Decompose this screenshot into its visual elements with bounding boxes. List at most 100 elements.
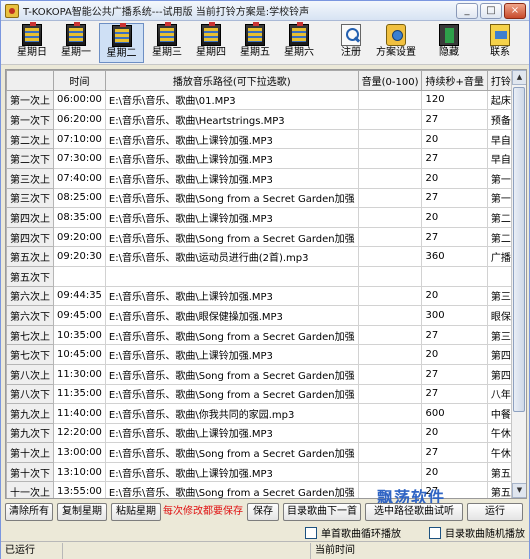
cell-volume[interactable] bbox=[357, 344, 423, 365]
tab-friday[interactable]: 星期五 bbox=[234, 22, 276, 63]
cell-music-path[interactable]: E:\音乐\音乐、歌曲\上课铃加强.MP3 bbox=[104, 422, 359, 444]
cell-music-path[interactable]: E:\音乐\音乐、歌曲\Song from a Secret Garden加强 bbox=[104, 481, 359, 498]
table-row[interactable]: 第五次上 09:20:30 E:\音乐\音乐、歌曲\运动员进行曲(2首).mp3 36… bbox=[6, 246, 526, 267]
cell-music-path[interactable]: E:\音乐\音乐、歌曲\上课铃加强.MP3 bbox=[104, 461, 359, 483]
table-row[interactable]: 第六次下 09:45:00 E:\音乐\音乐、歌曲\眼保健操加强.MP3 300 眼保健… bbox=[6, 305, 526, 326]
vertical-scrollbar[interactable]: ▲ ▼ bbox=[511, 70, 526, 498]
cell-volume[interactable] bbox=[357, 285, 423, 307]
cell-time[interactable]: 12:20:00 bbox=[53, 422, 106, 444]
table-row[interactable]: 第四次上08:35:00E:\音乐\音乐、歌曲\上课铃加强.MP320第二节课开… bbox=[6, 207, 526, 228]
cell-duration[interactable]: 300 bbox=[421, 305, 488, 326]
checkbox-box[interactable] bbox=[305, 526, 317, 539]
clear-all-button[interactable]: 清除所有 bbox=[5, 503, 53, 521]
cell-volume[interactable] bbox=[357, 167, 423, 189]
minimize-button[interactable]: _ bbox=[456, 3, 478, 19]
tab-monday[interactable]: 星期一 bbox=[55, 22, 97, 63]
copy-day-button[interactable]: 复制星期 bbox=[57, 503, 107, 521]
save-button[interactable]: 保存 bbox=[247, 503, 279, 521]
table-row[interactable]: 第六次上09:44:35E:\音乐\音乐、歌曲\上课铃加强.MP320第三节课上… bbox=[6, 285, 526, 307]
table-row[interactable]: 第七次上 10:35:00 E:\音乐\音乐、歌曲\Song from a Secr… bbox=[6, 324, 526, 346]
cell-time[interactable]: 10:45:00 bbox=[53, 344, 106, 365]
cell-duration[interactable]: 27 bbox=[421, 324, 488, 346]
col-header-volume[interactable]: 音量(0-100) bbox=[357, 70, 423, 91]
cell-music-path[interactable]: E:\音乐\音乐、歌曲\Song from a Secret Garden加强 bbox=[104, 442, 359, 463]
cell-duration[interactable]: 27 bbox=[421, 442, 488, 463]
cell-time[interactable]: 11:35:00 bbox=[53, 383, 106, 405]
scheme-settings-button[interactable]: 方案设置 bbox=[372, 23, 420, 63]
checkbox-box[interactable] bbox=[429, 526, 441, 539]
cell-music-path[interactable]: E:\音乐\音乐、歌曲\Song from a Secret Garden加强 bbox=[104, 383, 359, 405]
run-button[interactable]: 运行 bbox=[467, 503, 523, 521]
cell-duration[interactable]: 20 bbox=[421, 461, 488, 483]
cell-music-path[interactable]: E:\音乐\音乐、歌曲\01.MP3 bbox=[104, 89, 359, 111]
cell-time[interactable]: 13:55:00 bbox=[53, 481, 106, 498]
cell-volume[interactable] bbox=[357, 324, 423, 346]
cell-duration[interactable]: 27 bbox=[421, 187, 488, 209]
tab-sunday[interactable]: 星期日 bbox=[11, 22, 53, 63]
cell-volume[interactable] bbox=[357, 461, 423, 483]
cell-time[interactable]: 06:20:00 bbox=[53, 109, 106, 130]
table-row[interactable]: 第四次下 09:20:00 E:\音乐\音乐、歌曲\Song from a Secr… bbox=[6, 226, 526, 248]
cell-duration[interactable]: 20 bbox=[421, 285, 488, 307]
cell-volume[interactable] bbox=[357, 422, 423, 444]
tab-wednesday[interactable]: 星期三 bbox=[146, 22, 188, 63]
cell-duration[interactable]: 600 bbox=[421, 403, 488, 424]
cell-music-path[interactable]: E:\音乐\音乐、歌曲\Song from a Secret Garden加强 bbox=[104, 324, 359, 346]
cell-music-path[interactable]: E:\音乐\音乐、歌曲\上课铃加强.MP3 bbox=[104, 285, 359, 307]
cell-time[interactable]: 13:10:00 bbox=[53, 461, 106, 483]
scroll-down-icon[interactable]: ▼ bbox=[512, 483, 526, 498]
cell-music-path[interactable]: E:\音乐\音乐、歌曲\眼保健操加强.MP3 bbox=[104, 305, 359, 326]
hide-button[interactable]: 隐藏 bbox=[431, 23, 467, 63]
cell-duration[interactable]: 20 bbox=[421, 344, 488, 365]
cell-time[interactable]: 07:40:00 bbox=[53, 167, 106, 189]
tab-thursday[interactable]: 星期四 bbox=[190, 22, 232, 63]
cell-duration[interactable]: 27 bbox=[421, 148, 488, 169]
cell-duration[interactable] bbox=[421, 265, 488, 287]
cell-duration[interactable]: 20 bbox=[421, 207, 488, 228]
cell-music-path[interactable]: E:\音乐\音乐、歌曲\Song from a Secret Garden加强 bbox=[104, 363, 359, 385]
cell-duration[interactable]: 20 bbox=[421, 128, 488, 150]
cell-duration[interactable]: 27 bbox=[421, 226, 488, 248]
cell-time[interactable]: 09:20:00 bbox=[53, 226, 106, 248]
cell-volume[interactable] bbox=[357, 207, 423, 228]
cell-volume[interactable] bbox=[357, 148, 423, 169]
register-button[interactable]: 注册 bbox=[335, 23, 367, 63]
cell-duration[interactable]: 27 bbox=[421, 363, 488, 385]
table-row[interactable]: 第九次上 11:40:00 E:\音乐\音乐、歌曲\你我共同的家园.mp3 600 中餐… bbox=[6, 403, 526, 424]
table-row[interactable]: 第八次下 11:35:00 E:\音乐\音乐、歌曲\Song from a Secr… bbox=[6, 383, 526, 405]
cell-volume[interactable] bbox=[357, 226, 423, 248]
cell-duration[interactable]: 27 bbox=[421, 383, 488, 405]
cell-time[interactable]: 09:45:00 bbox=[53, 305, 106, 326]
cell-volume[interactable] bbox=[357, 383, 423, 405]
table-row[interactable]: 十一次上 13:55:00 E:\音乐\音乐、歌曲\Song from a Secr… bbox=[6, 481, 526, 498]
col-header-time[interactable]: 时间 bbox=[53, 70, 106, 91]
cell-time[interactable]: 08:35:00 bbox=[53, 207, 106, 228]
cell-duration[interactable]: 27 bbox=[421, 109, 488, 130]
cell-volume[interactable] bbox=[357, 187, 423, 209]
tab-tuesday[interactable]: 星期二 bbox=[99, 23, 144, 63]
table-row[interactable]: 第九次下 12:20:00 E:\音乐\音乐、歌曲\上课铃加强.MP3 20 午休上课 bbox=[6, 422, 526, 444]
cell-music-path[interactable]: E:\音乐\音乐、歌曲\上课铃加强.MP3 bbox=[104, 128, 359, 150]
table-row[interactable]: 第一次下 06:20:00 E:\音乐\音乐、歌曲\Heartstrings.MP3… bbox=[6, 109, 526, 130]
cell-volume[interactable] bbox=[357, 403, 423, 424]
cell-time[interactable]: 10:35:00 bbox=[53, 324, 106, 346]
table-row[interactable]: 第十次下13:10:00E:\音乐\音乐、歌曲\上课铃加强.MP320第五节课开… bbox=[6, 461, 526, 483]
cell-music-path[interactable]: E:\音乐\音乐、歌曲\Song from a Secret Garden加强 bbox=[104, 226, 359, 248]
cell-music-path[interactable]: E:\音乐\音乐、歌曲\Song from a Secret Garden加强 bbox=[104, 187, 359, 209]
col-header-path[interactable]: 播放音乐路径(可下拉选歌) bbox=[104, 70, 359, 91]
cell-music-path[interactable]: E:\音乐\音乐、歌曲\上课铃加强.MP3 bbox=[104, 167, 359, 189]
cell-time[interactable]: 08:25:00 bbox=[53, 187, 106, 209]
cell-time[interactable]: 09:44:35 bbox=[53, 285, 106, 307]
cell-volume[interactable] bbox=[357, 246, 423, 267]
cell-music-path[interactable]: E:\音乐\音乐、歌曲\上课铃加强.MP3 bbox=[104, 148, 359, 169]
contact-button[interactable]: 联系 bbox=[482, 23, 518, 63]
cell-time[interactable]: 07:10:00 bbox=[53, 128, 106, 150]
cell-volume[interactable] bbox=[357, 265, 423, 287]
cell-music-path[interactable]: E:\音乐\音乐、歌曲\上课铃加强.MP3 bbox=[104, 344, 359, 365]
cell-time[interactable]: 11:40:00 bbox=[53, 403, 106, 424]
cell-volume[interactable] bbox=[357, 305, 423, 326]
cell-volume[interactable] bbox=[357, 442, 423, 463]
cell-time[interactable]: 07:30:00 bbox=[53, 148, 106, 169]
tab-saturday[interactable]: 星期六 bbox=[278, 22, 320, 63]
paste-day-button[interactable]: 粘贴星期 bbox=[111, 503, 161, 521]
